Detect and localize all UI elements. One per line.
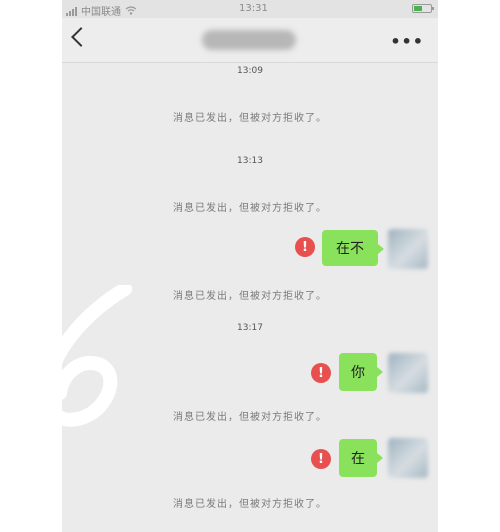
rejected-notice: 消息已发出，但被对方拒收了。 — [173, 113, 327, 124]
send-failed-icon[interactable]: ! — [311, 363, 331, 383]
timestamp: 13:13 — [237, 156, 263, 166]
message-bubble[interactable]: 你 — [339, 353, 383, 391]
overlay-digit-six — [40, 285, 132, 427]
rejected-notice: 消息已发出，但被对方拒收了。 — [173, 499, 327, 510]
message-bubble[interactable]: 在不 — [322, 230, 384, 266]
send-failed-icon[interactable]: ! — [311, 449, 331, 469]
chat-screen: 中国联通 13:31 ••• 13:09 消息已发出，但被对方拒收了。 13:1… — [62, 0, 438, 532]
timestamp: 13:09 — [237, 66, 263, 76]
message-bubble[interactable]: 在 — [339, 439, 383, 477]
back-arrow-icon[interactable] — [71, 27, 91, 47]
rejected-notice: 消息已发出，但被对方拒收了。 — [173, 203, 327, 214]
status-bar: 中国联通 13:31 — [62, 0, 438, 18]
user-avatar[interactable] — [388, 353, 428, 393]
battery-icon — [412, 4, 434, 13]
more-options-icon[interactable]: ••• — [390, 32, 424, 51]
signal-icon — [66, 6, 77, 16]
wifi-icon — [125, 6, 137, 15]
carrier-label: 中国联通 — [81, 7, 121, 18]
nav-bar: ••• — [62, 18, 438, 63]
status-time: 13:31 — [239, 3, 268, 14]
contact-name-blurred — [202, 30, 296, 50]
send-failed-icon[interactable]: ! — [295, 237, 315, 257]
user-avatar[interactable] — [388, 438, 428, 478]
user-avatar[interactable] — [388, 229, 428, 269]
